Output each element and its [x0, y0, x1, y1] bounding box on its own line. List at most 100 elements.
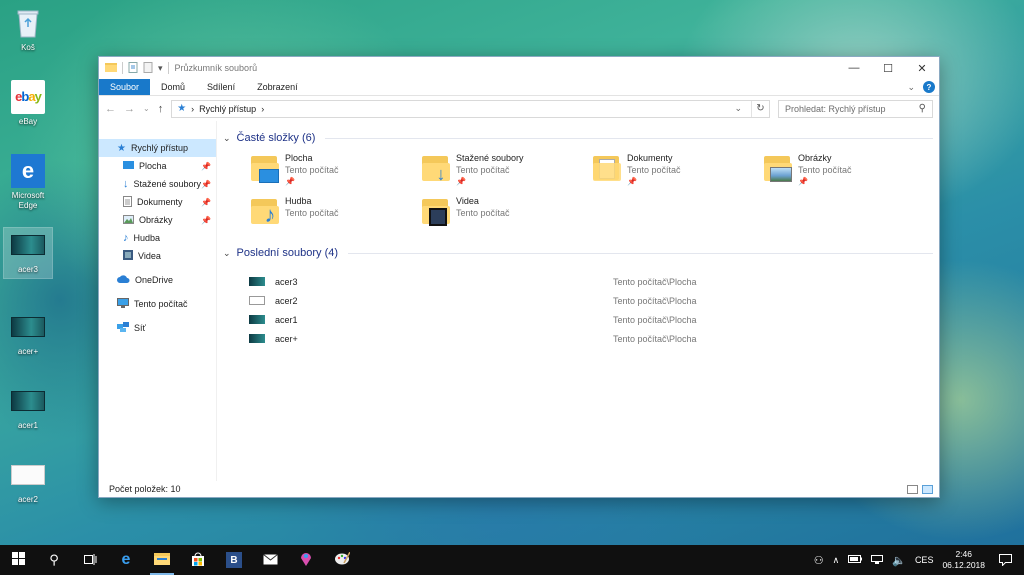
- file-name: acer3: [275, 276, 298, 287]
- folder-location: Tento počítač: [798, 165, 852, 175]
- ribbon-tabs: Soubor Domů Sdílení Zobrazení ⌄ ?: [99, 79, 939, 96]
- nav-item-obrazky[interactable]: Obrázky 📌: [99, 211, 216, 229]
- taskbar-file-explorer-button[interactable]: [144, 545, 180, 575]
- nav-item-hudba[interactable]: ♪ Hudba: [99, 229, 216, 247]
- network-icon[interactable]: [871, 554, 884, 566]
- nav-item-stazene-soubory[interactable]: ↓ Stažené soubory 📌: [99, 175, 216, 193]
- store-bag-icon: [191, 552, 205, 569]
- file-name: acer+: [275, 333, 298, 344]
- desktop-icon-acer1[interactable]: acer1: [4, 384, 52, 431]
- taskbar-maps-button[interactable]: [288, 545, 324, 575]
- pin-icon[interactable]: 📌: [201, 180, 211, 189]
- help-icon[interactable]: ?: [923, 81, 935, 93]
- forward-arrow-icon[interactable]: →: [124, 103, 135, 115]
- map-pin-icon: [300, 551, 312, 569]
- clock-time: 2:46: [955, 549, 972, 559]
- document-icon: [123, 195, 132, 209]
- quick-access-toolbar: ▾: [105, 61, 169, 75]
- folder-tile[interactable]: ↓ Stažené soubory Tento počítač 📌: [420, 153, 591, 186]
- desktop-icon-acer-plus[interactable]: acer+: [4, 310, 52, 357]
- folder-tile[interactable]: ♪ Hudba Tento počítač: [249, 196, 420, 227]
- pin-icon: 📌: [798, 177, 808, 186]
- nav-item-onedrive[interactable]: OneDrive: [99, 271, 216, 289]
- title-bar[interactable]: ▾ Průzkumník souborů — ☐ ✕: [99, 57, 939, 79]
- nav-item-tento-pocitac[interactable]: Tento počítač: [99, 295, 216, 313]
- taskbar-paint-button[interactable]: [324, 545, 360, 575]
- folder-tile[interactable]: Obrázky Tento počítač 📌: [762, 153, 933, 186]
- taskbar-b-app-button[interactable]: B: [216, 545, 252, 575]
- nav-item-dokumenty[interactable]: Dokumenty 📌: [99, 193, 216, 211]
- task-view-button[interactable]: [72, 545, 108, 575]
- list-item[interactable]: acer2 Tento počítač\Plocha: [249, 291, 933, 310]
- start-button[interactable]: [0, 545, 36, 575]
- nav-item-quick-access[interactable]: ★ Rychlý přístup: [99, 139, 216, 157]
- folder-icon: [154, 552, 170, 568]
- list-item[interactable]: acer1 Tento počítač\Plocha: [249, 310, 933, 329]
- back-arrow-icon[interactable]: ←: [105, 103, 116, 115]
- pin-icon: 📌: [285, 177, 295, 186]
- refresh-icon[interactable]: ↻: [751, 100, 769, 117]
- search-box[interactable]: Prohledat: Rychlý přístup ⚲: [778, 99, 933, 118]
- folder-tile[interactable]: Dokumenty Tento počítač 📌: [591, 153, 762, 186]
- folder-tile[interactable]: Videa Tento počítač: [420, 196, 591, 226]
- folder-tile[interactable]: Plocha Tento počítač 📌: [249, 153, 420, 186]
- properties-icon[interactable]: [128, 61, 138, 75]
- file-name: acer1: [275, 314, 298, 325]
- status-bar: Počet položek: 10: [99, 481, 939, 497]
- tab-sdileni[interactable]: Sdílení: [196, 79, 246, 95]
- tab-zobrazeni[interactable]: Zobrazení: [246, 79, 309, 95]
- nav-item-plocha[interactable]: Plocha 📌: [99, 157, 216, 175]
- list-item[interactable]: acer3 Tento počítač\Plocha: [249, 272, 933, 291]
- group-header-frequent-folders[interactable]: ⌄ Časté složky (6): [223, 129, 933, 147]
- task-view-icon: [83, 553, 97, 568]
- recent-locations-chevron-icon[interactable]: ⌄: [143, 104, 150, 113]
- breadcrumb-quick-access[interactable]: Rychlý přístup: [199, 104, 256, 114]
- taskbar-edge-button[interactable]: e: [108, 545, 144, 575]
- search-button[interactable]: ⚲: [36, 545, 72, 575]
- notification-center-icon[interactable]: [994, 554, 1016, 566]
- taskbar-store-button[interactable]: [180, 545, 216, 575]
- up-arrow-icon[interactable]: ↑: [158, 103, 164, 115]
- address-bar[interactable]: ★ › Rychlý přístup › ⌄ ↻: [171, 99, 770, 118]
- file-path: Tento počítač\Plocha: [613, 314, 697, 325]
- search-icon: ⚲: [918, 103, 926, 114]
- maximize-button[interactable]: ☐: [871, 57, 905, 79]
- battery-icon[interactable]: [848, 555, 863, 565]
- desktop-icon-ebay[interactable]: ebay eBay: [4, 80, 52, 127]
- pin-icon[interactable]: 📌: [201, 198, 211, 207]
- nav-item-videa[interactable]: Videa: [99, 247, 216, 265]
- desktop-icon-acer3[interactable]: acer3: [3, 227, 53, 279]
- minimize-button[interactable]: —: [837, 57, 871, 79]
- group-header-recent-files[interactable]: ⌄ Poslední soubory (4): [223, 244, 933, 262]
- frequent-folders-grid: Plocha Tento počítač 📌 ↓ Stažené soubory…: [223, 147, 933, 234]
- show-hidden-icons-chevron-icon[interactable]: ∧: [833, 555, 840, 566]
- language-indicator[interactable]: CES: [915, 555, 934, 565]
- nav-item-sit[interactable]: Síť: [99, 319, 216, 337]
- taskbar-mail-button[interactable]: [252, 545, 288, 575]
- address-history-chevron-icon[interactable]: ⌄: [734, 103, 742, 114]
- folder-name: Stažené soubory: [456, 153, 524, 163]
- customize-toolbar-chevron-icon[interactable]: ▾: [158, 63, 163, 74]
- pin-icon: 📌: [627, 177, 637, 186]
- pin-icon[interactable]: 📌: [201, 216, 211, 225]
- paint-palette-icon: [334, 551, 351, 568]
- tab-domu[interactable]: Domů: [150, 79, 196, 95]
- volume-speaker-icon[interactable]: 🔈: [892, 554, 906, 567]
- details-view-icon[interactable]: [907, 484, 918, 494]
- windows-logo-icon: [11, 552, 25, 568]
- large-icons-view-icon[interactable]: [922, 484, 933, 494]
- clock[interactable]: 2:46 06.12.2018: [942, 549, 985, 571]
- search-input[interactable]: Prohledat: Rychlý přístup: [785, 104, 886, 114]
- desktop-icon-recycle-bin[interactable]: Koš: [4, 6, 52, 53]
- desktop-icon-edge[interactable]: e Microsoft Edge: [4, 154, 52, 211]
- new-folder-icon[interactable]: [143, 61, 153, 75]
- list-item[interactable]: acer+ Tento počítač\Plocha: [249, 329, 933, 348]
- breadcrumb-separator-icon[interactable]: ›: [261, 104, 264, 114]
- pin-icon[interactable]: 📌: [201, 162, 211, 171]
- folder-name: Obrázky: [798, 153, 832, 163]
- close-button[interactable]: ✕: [905, 57, 939, 79]
- expand-ribbon-chevron-icon[interactable]: ⌄: [907, 82, 915, 93]
- people-icon[interactable]: ⚇: [814, 554, 824, 567]
- desktop-icon-acer2[interactable]: acer2: [4, 458, 52, 505]
- tab-soubor[interactable]: Soubor: [99, 79, 151, 95]
